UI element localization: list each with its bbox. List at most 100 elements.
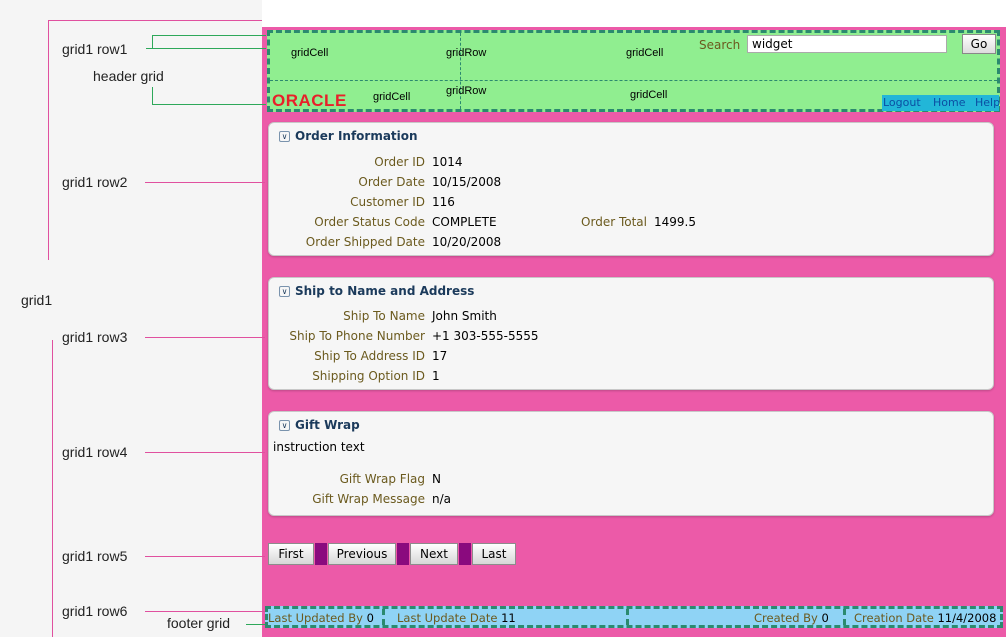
home-link[interactable]: Home [933,96,965,109]
last-update-date-value: 11 [501,611,516,625]
creation-date-label: Creation Date [854,611,934,625]
grid-row: gridRow [446,47,487,59]
row4-pointer [145,452,265,453]
next-button[interactable]: Next [410,543,458,565]
grid-row: gridRow [446,85,487,97]
button-spacer [397,543,409,565]
order-information-panel: ∨ Order Information Order ID Order Date C… [268,122,994,256]
help-link[interactable]: Help [975,96,1000,109]
gift-wrap-message-value: n/a [432,492,452,506]
ship-to-panel: ∨ Ship to Name and Address Ship To Name S… [268,277,994,390]
ship-to-phone-label: Ship To Phone Number [289,329,425,343]
header-grid: gridCell gridRow gridCell Search widget … [267,30,1000,112]
order-id-label: Order ID [374,155,425,169]
grid-cell: gridCell [373,91,411,103]
created-by-label: Created By [754,611,818,625]
order-status-code-label: Order Status Code [314,215,425,229]
ship-to-name-label: Ship To Name [343,309,425,323]
gift-wrap-message-label: Gift Wrap Message [312,492,425,506]
header-grid-bracket [152,87,153,104]
panel-title: Ship to Name and Address [295,284,475,298]
footer-divider [843,609,846,625]
last-updated-by-value: 0 [366,611,374,625]
label-grid1-row5: grid1 row5 [62,548,128,564]
ship-to-phone-value: +1 303-555-5555 [432,329,539,343]
label-grid1-row2: grid1 row2 [62,174,128,190]
grid1-bracket-top [48,20,49,260]
chevron-down-icon[interactable]: ∨ [279,131,290,142]
footer-divider [382,609,385,625]
search-label: Search [699,38,741,52]
shipping-option-id-label: Shipping Option ID [312,369,425,383]
last-update-date: Last Update Date 11 [397,611,516,625]
panel-title: Gift Wrap [295,418,360,432]
customer-id-label: Customer ID [350,195,425,209]
label-grid1-row6: grid1 row6 [62,603,128,619]
label-grid1-row1: grid1 row1 [62,41,128,57]
order-date-label: Order Date [358,175,425,189]
oracle-logo: ORACLE [272,91,347,110]
search-input[interactable]: widget [747,35,947,53]
ship-to-header[interactable]: ∨ Ship to Name and Address [279,284,474,298]
global-nav: Logout Home Help [882,95,1000,111]
grid1-bracket-top-cap [48,20,262,21]
header-grid-bracket-cap [152,104,266,105]
row6-pointer [145,611,265,612]
row2-pointer [145,182,265,183]
created-by: Created By 0 [754,611,829,625]
label-grid1: grid1 [21,292,53,308]
chevron-down-icon[interactable]: ∨ [279,420,290,431]
customer-id-value: 116 [432,195,455,209]
footer-grid-pointer [246,624,266,625]
grid-cell: gridCell [626,47,664,59]
panel-title: Order Information [295,129,418,143]
footer-grid: Last Updated By 0 Last Update Date 11 Cr… [265,606,1003,628]
footer-divider [626,609,629,625]
button-spacer [315,543,327,565]
order-total-value: 1499.5 [654,215,696,229]
order-information-header[interactable]: ∨ Order Information [279,129,418,143]
first-button[interactable]: First [268,543,314,565]
gift-wrap-panel: ∨ Gift Wrap instruction text Gift Wrap Fl… [268,411,994,516]
creation-date: Creation Date 11/4/2008 [854,611,996,625]
grid-cell: gridCell [291,47,329,59]
ship-to-name-value: John Smith [432,309,497,323]
row3-pointer [145,337,265,338]
created-by-value: 0 [821,611,829,625]
row1-bracket [152,35,153,49]
logout-link[interactable]: Logout [883,96,921,109]
gift-wrap-flag-label: Gift Wrap Flag [339,472,425,486]
grid1-bracket-bottom [52,340,53,637]
button-spacer [459,543,471,565]
header-row-divider [270,80,997,81]
order-shipped-date-label: Order Shipped Date [305,235,425,249]
grid-cell: gridCell [630,89,668,101]
last-button[interactable]: Last [472,543,516,565]
row1-pointer [146,48,266,49]
last-updated-by-label: Last Updated By [268,611,363,625]
order-shipped-date-value: 10/20/2008 [432,235,502,249]
order-total-label: Order Total [581,215,647,229]
label-grid1-row4: grid1 row4 [62,444,128,460]
gift-wrap-flag-value: N [432,472,441,486]
row5-pointer [145,556,265,557]
creation-date-value: 11/4/2008 [937,611,997,625]
gift-wrap-header[interactable]: ∨ Gift Wrap [279,418,360,432]
annotation-area [0,0,262,637]
last-updated-by: Last Updated By 0 [268,611,374,625]
ship-to-address-id-value: 17 [432,349,448,363]
label-grid1-row3: grid1 row3 [62,329,128,345]
order-status-code-value: COMPLETE [432,215,497,229]
go-button[interactable]: Go [962,34,996,54]
label-header-grid: header grid [93,68,164,84]
order-id-value: 1014 [432,155,463,169]
label-footer-grid: footer grid [167,615,231,631]
header-column-divider [460,33,461,109]
instruction-text: instruction text [273,440,365,454]
order-date-value: 10/15/2008 [432,175,502,189]
last-update-date-label: Last Update Date [397,611,498,625]
ship-to-address-id-label: Ship To Address ID [314,349,425,363]
previous-button[interactable]: Previous [328,543,396,565]
chevron-down-icon[interactable]: ∨ [279,286,290,297]
shipping-option-id-value: 1 [432,369,440,383]
